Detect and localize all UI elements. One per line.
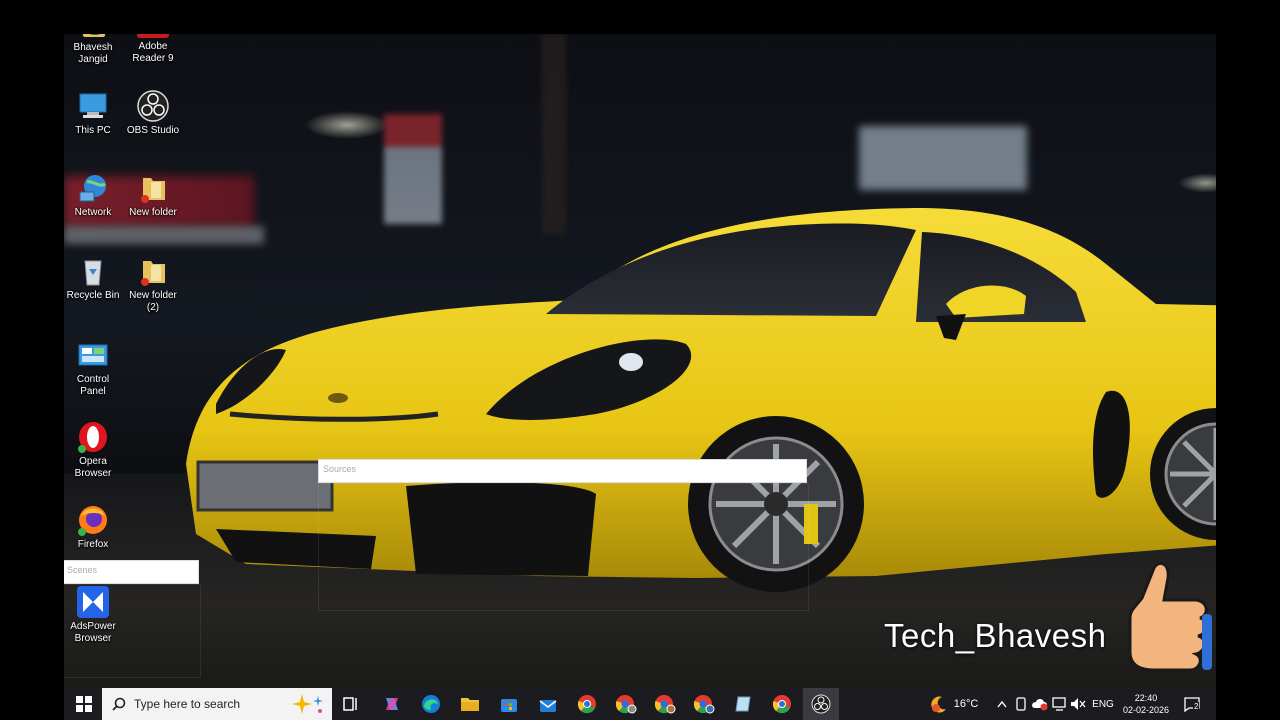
taskbar-app-edge[interactable] [413, 688, 449, 720]
show-hidden-icons-button[interactable] [994, 688, 1010, 720]
desktop-icon-bhavesh-jangid[interactable]: Bhavesh Jangid [64, 34, 125, 66]
control-panel-icon [77, 339, 109, 371]
file-explorer-icon [461, 698, 479, 711]
desktop-icon-label: Network [74, 207, 112, 218]
obs-sources-panel[interactable] [318, 483, 809, 611]
desktop-icon-label: Opera Browser [74, 456, 112, 479]
sparkle-icon [292, 694, 323, 714]
taskbar-app-copilot[interactable] [374, 688, 410, 720]
clock-time: 22:40 [1134, 693, 1158, 703]
obs-icon [137, 90, 169, 122]
taskbar-app-chrome-profile-2[interactable] [647, 688, 683, 720]
obs-sources-header: Sources [318, 459, 807, 483]
weather-widget[interactable]: 16°C [926, 688, 982, 720]
notification-count: 2 [1193, 702, 1200, 711]
input-language[interactable]: ENG [1090, 688, 1116, 720]
taskbar-app-file-explorer[interactable] [452, 688, 488, 720]
edge-icon [422, 695, 440, 713]
user-folder-icon [77, 34, 109, 39]
obs-scenes-panel[interactable] [64, 584, 201, 678]
chrome-profile-icon [693, 695, 715, 714]
wallpaper-billboard-white [859, 126, 1027, 190]
clock-date: 02-02-2026 [1122, 705, 1170, 715]
search-icon [112, 697, 126, 711]
weather-temperature: 16°C [953, 698, 979, 710]
thumbs-up-icon [1128, 561, 1212, 672]
chevron-up-icon [997, 700, 1007, 708]
tray-phone-link[interactable] [1012, 688, 1030, 720]
tray-network[interactable] [1050, 688, 1070, 720]
desktop-icon-label: Adobe Reader 9 [132, 41, 174, 64]
tray-onedrive[interactable] [1030, 688, 1050, 720]
desktop-icon-control-panel[interactable]: Control Panel [64, 339, 125, 398]
taskbar-app-notepad[interactable] [725, 688, 761, 720]
taskbar-app-store[interactable] [491, 688, 527, 720]
taskbar-app-obs[interactable] [803, 688, 839, 720]
desktop-icon-label: Firefox [77, 539, 109, 550]
task-view-button[interactable] [333, 688, 369, 720]
windows-logo-icon [76, 696, 92, 712]
channel-watermark: Tech_Bhavesh [884, 617, 1107, 654]
taskbar-app-chrome-profile-3[interactable] [686, 688, 722, 720]
weather-moon-icon [931, 696, 946, 713]
desktop-icon-obs-studio[interactable]: OBS Studio [121, 90, 185, 137]
search-placeholder: Type here to search [134, 697, 241, 711]
desktop-icon-label: Bhavesh Jangid [73, 42, 113, 65]
adobe-reader-icon [137, 34, 169, 38]
desktop-icon-adobe-reader[interactable]: Adobe Reader 9 [121, 34, 185, 65]
taskbar-app-mail[interactable] [530, 688, 566, 720]
desktop-icon-label: New folder (2) [129, 290, 177, 313]
desktop-icon-label: New folder [129, 207, 177, 218]
desktop-icon-firefox[interactable]: Firefox [64, 504, 125, 551]
recycle-bin-icon [77, 255, 109, 287]
chrome-icon [577, 695, 596, 714]
taskbar-app-chrome-2[interactable] [764, 688, 800, 720]
taskbar-search-box[interactable]: Type here to search [102, 688, 332, 720]
firefox-icon [77, 504, 109, 536]
start-button[interactable] [66, 688, 102, 720]
desktop-icon-recycle-bin[interactable]: Recycle Bin [64, 255, 125, 302]
desktop-icon-label: This PC [75, 125, 111, 136]
folder-icon [137, 255, 169, 287]
clock[interactable]: 22:40 02-02-2026 [1118, 688, 1174, 720]
desktop-icon-this-pc[interactable]: This PC [64, 90, 125, 137]
opera-icon [77, 421, 109, 453]
desktop-icon-new-folder-2[interactable]: New folder (2) [121, 255, 185, 314]
desktop-icon-label: Recycle Bin [66, 290, 120, 301]
store-icon [501, 699, 517, 712]
tray-volume[interactable] [1069, 688, 1087, 720]
notepad-icon [735, 696, 751, 712]
desktop-icon-label: Control Panel [76, 374, 110, 397]
chrome-profile-icon [654, 695, 676, 714]
desktop-icon-new-folder[interactable]: New folder [121, 172, 185, 219]
desktop-icon-network[interactable]: Network [64, 172, 125, 219]
phone-icon [1016, 697, 1026, 711]
chrome-icon [772, 695, 791, 714]
folder-icon [137, 172, 169, 204]
task-view-icon [343, 697, 357, 711]
taskbar-app-chrome-profile-1[interactable] [608, 688, 644, 720]
desktop-icon-opera-browser[interactable]: Opera Browser [64, 421, 125, 480]
taskbar-app-chrome[interactable] [569, 688, 605, 720]
mail-icon [539, 700, 557, 712]
network-globe-icon [77, 172, 109, 204]
computer-icon [77, 90, 109, 122]
chrome-profile-icon [615, 695, 637, 714]
desktop-icon-label: OBS Studio [126, 125, 180, 136]
volume-muted-icon [1071, 698, 1086, 710]
desktop-wallpaper: Bhavesh Jangid Adobe Reader 9 This PC OB… [64, 34, 1216, 688]
copilot-icon [386, 698, 398, 710]
notification-center-button[interactable]: 2 [1180, 688, 1204, 720]
obs-scenes-header: Scenes [64, 560, 199, 584]
cloud-error-icon [1032, 699, 1048, 711]
network-monitor-icon [1052, 697, 1066, 711]
obs-icon [811, 694, 831, 714]
